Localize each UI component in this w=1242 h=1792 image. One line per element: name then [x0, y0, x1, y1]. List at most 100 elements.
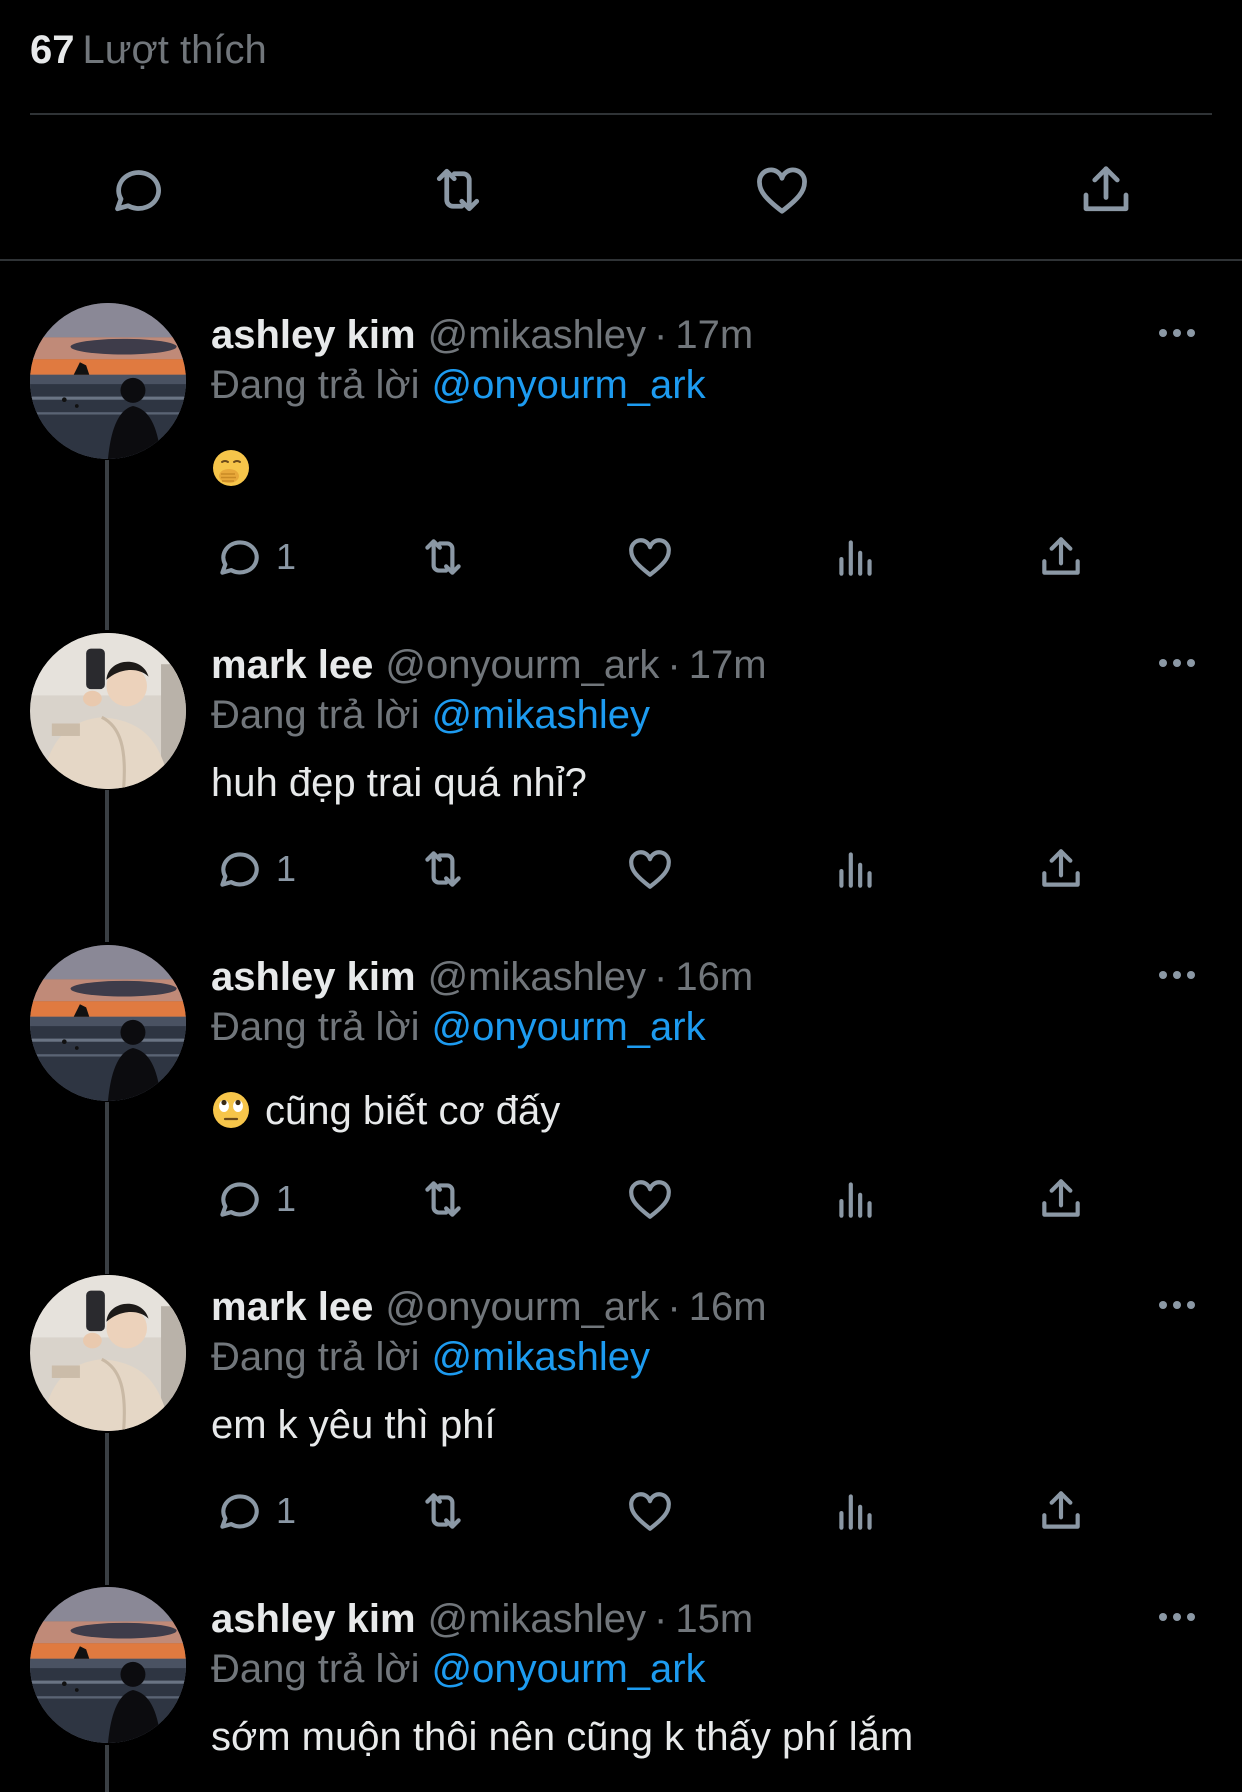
- mention-link[interactable]: @onyourm_ark: [432, 1005, 706, 1049]
- tweet-header: ashley kim @mikashley · 16m: [211, 947, 753, 1007]
- retweet-button[interactable]: [418, 150, 498, 230]
- bar-chart-icon: [831, 1486, 881, 1536]
- views-button[interactable]: [831, 1483, 881, 1539]
- user-handle[interactable]: @onyourm_ark: [385, 643, 659, 687]
- mirror-selfie-avatar-image: [30, 633, 186, 789]
- more-options-button[interactable]: [1152, 313, 1202, 353]
- tweet-text: huh đẹp trai quá nhỉ?: [211, 761, 587, 805]
- replying-to: Đang trả lời @mikashley: [211, 687, 650, 743]
- replying-prefix: Đang trả lời: [211, 1647, 420, 1691]
- tweet-header: ashley kim @mikashley · 15m: [211, 1589, 753, 1649]
- replying-to: Đang trả lời @onyourm_ark: [211, 1641, 706, 1697]
- like-button[interactable]: [625, 529, 675, 585]
- reply-button[interactable]: 1: [212, 1171, 296, 1227]
- display-name[interactable]: ashley kim: [211, 1597, 416, 1641]
- sunset-beach-avatar-image: [30, 1587, 186, 1743]
- share-icon: [1036, 844, 1086, 894]
- mirror-selfie-avatar-image: [30, 1275, 186, 1431]
- reply-icon: [212, 1174, 262, 1224]
- timestamp[interactable]: 16m: [675, 955, 753, 999]
- likes-summary[interactable]: 67 Lượt thích: [30, 22, 267, 78]
- more-options-button[interactable]: [1152, 1597, 1202, 1637]
- share-button[interactable]: [1036, 841, 1086, 897]
- tweet-text-content: cũng biết cơ đấy: [265, 1089, 561, 1133]
- retweet-button[interactable]: [418, 1171, 468, 1227]
- like-button[interactable]: [625, 841, 675, 897]
- retweet-button[interactable]: [418, 1483, 468, 1539]
- more-options-button[interactable]: [1152, 955, 1202, 995]
- retweet-button[interactable]: [418, 529, 468, 585]
- avatar[interactable]: [30, 633, 186, 789]
- avatar[interactable]: [30, 1587, 186, 1743]
- replying-prefix: Đang trả lời: [211, 363, 420, 407]
- mention-link[interactable]: @mikashley: [432, 693, 650, 737]
- mention-link[interactable]: @onyourm_ark: [432, 363, 706, 407]
- like-button[interactable]: [625, 1483, 675, 1539]
- separator-dot: ·: [667, 643, 681, 687]
- separator-dot: ·: [654, 313, 668, 357]
- replying-prefix: Đang trả lời: [211, 1335, 420, 1379]
- likes-label: Lượt thích: [82, 28, 267, 72]
- share-icon: [1036, 1174, 1086, 1224]
- timestamp[interactable]: 16m: [689, 1285, 767, 1329]
- user-handle[interactable]: @mikashley: [428, 955, 646, 999]
- reply-action-bar: 1: [0, 1483, 1242, 1539]
- more-options-button[interactable]: [1152, 1285, 1202, 1325]
- timestamp[interactable]: 15m: [675, 1597, 753, 1641]
- reply-action-bar: 1: [0, 1171, 1242, 1227]
- user-handle[interactable]: @onyourm_ark: [385, 1285, 659, 1329]
- share-icon: [1076, 160, 1136, 220]
- retweet-button[interactable]: [418, 841, 468, 897]
- display-name[interactable]: mark lee: [211, 643, 373, 687]
- share-button[interactable]: [1036, 529, 1086, 585]
- like-button[interactable]: [742, 150, 822, 230]
- reply-action-bar: 1: [0, 529, 1242, 585]
- separator-dot: ·: [667, 1285, 681, 1329]
- display-name[interactable]: mark lee: [211, 1285, 373, 1329]
- reply-button[interactable]: 1: [212, 841, 296, 897]
- divider: [30, 113, 1212, 115]
- timestamp[interactable]: 17m: [675, 313, 753, 357]
- heart-icon: [625, 532, 675, 582]
- avatar[interactable]: [30, 945, 186, 1101]
- bar-chart-icon: [831, 844, 881, 894]
- reply-action-bar: 1: [0, 841, 1242, 897]
- reply-button[interactable]: [95, 150, 175, 230]
- retweet-icon: [418, 1174, 468, 1224]
- heart-icon: [752, 160, 812, 220]
- share-button[interactable]: [1036, 1483, 1086, 1539]
- more-options-button[interactable]: [1152, 643, 1202, 683]
- reply-button[interactable]: 1: [212, 529, 296, 585]
- hand-over-mouth-emoji: [211, 448, 251, 488]
- mention-link[interactable]: @onyourm_ark: [432, 1647, 706, 1691]
- separator-dot: ·: [654, 955, 668, 999]
- retweet-icon: [418, 844, 468, 894]
- heart-icon: [625, 1486, 675, 1536]
- reply-button[interactable]: 1: [212, 1483, 296, 1539]
- views-button[interactable]: [831, 841, 881, 897]
- reply-count: 1: [276, 536, 297, 577]
- views-button[interactable]: [831, 529, 881, 585]
- avatar[interactable]: [30, 303, 186, 459]
- user-handle[interactable]: @mikashley: [428, 1597, 646, 1641]
- views-button[interactable]: [831, 1171, 881, 1227]
- avatar[interactable]: [30, 1275, 186, 1431]
- display-name[interactable]: ashley kim: [211, 313, 416, 357]
- mention-link[interactable]: @mikashley: [432, 1335, 650, 1379]
- retweet-icon: [418, 1486, 468, 1536]
- share-button[interactable]: [1036, 1171, 1086, 1227]
- sunset-beach-avatar-image: [30, 303, 186, 459]
- tweet-header: mark lee @onyourm_ark · 16m: [211, 1277, 767, 1337]
- timestamp[interactable]: 17m: [689, 643, 767, 687]
- sunset-beach-avatar-image: [30, 945, 186, 1101]
- display-name[interactable]: ashley kim: [211, 955, 416, 999]
- heart-icon: [625, 844, 675, 894]
- share-button[interactable]: [1066, 150, 1146, 230]
- bar-chart-icon: [831, 532, 881, 582]
- replying-prefix: Đang trả lời: [211, 1005, 420, 1049]
- separator-dot: ·: [654, 1597, 668, 1641]
- reply-icon: [105, 160, 165, 220]
- tweet-header: mark lee @onyourm_ark · 17m: [211, 635, 767, 695]
- user-handle[interactable]: @mikashley: [428, 313, 646, 357]
- like-button[interactable]: [625, 1171, 675, 1227]
